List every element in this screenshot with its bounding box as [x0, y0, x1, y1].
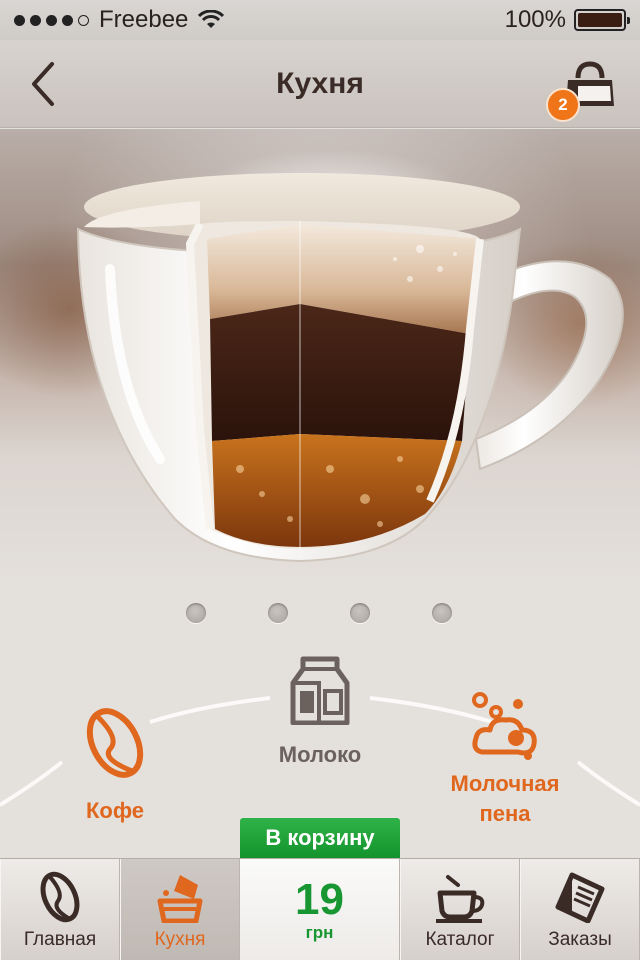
pager-dot-3[interactable] [350, 603, 370, 623]
battery-level [578, 13, 622, 27]
back-button[interactable] [18, 56, 66, 112]
pager-dot-2[interactable] [268, 603, 288, 623]
tab-orders-label: Заказы [548, 929, 612, 950]
ingredient-foam-label-line1: Молочная [450, 771, 560, 796]
coffee-cup-cutaway-image [76, 173, 624, 563]
tab-kitchen[interactable]: Кухня [120, 859, 240, 960]
price-value: 19 [295, 875, 344, 924]
ingredient-milk-foam[interactable]: Молочная пена [430, 690, 580, 827]
coffee-bean-icon [40, 871, 80, 923]
status-bar: Freebee 100% [0, 0, 640, 40]
drink-preview [0, 129, 640, 584]
milk-foam-icon [472, 692, 537, 760]
tab-catalog-label: Каталог [425, 929, 495, 950]
ingredient-milk-label: Молоко [278, 742, 362, 767]
signal-strength-icon [14, 14, 89, 26]
pager-dot-4[interactable] [432, 603, 452, 623]
battery-percent: 100% [504, 6, 566, 33]
order-list-icon [555, 872, 605, 923]
carousel-pager [0, 603, 640, 625]
price-currency: грн [305, 923, 334, 942]
tab-catalog[interactable]: Каталог [400, 859, 520, 960]
tab-kitchen-label: Кухня [154, 929, 206, 950]
tab-orders[interactable]: Заказы [520, 859, 640, 960]
price-display: 19 грн [240, 859, 400, 960]
milk-carton-icon [290, 656, 350, 726]
ingredient-milk[interactable]: Молоко [250, 655, 390, 768]
page-title: Кухня [276, 66, 364, 100]
add-to-cart-button[interactable]: В корзину [240, 818, 400, 858]
tab-home[interactable]: Главная [0, 859, 120, 960]
pager-dot-1[interactable] [186, 603, 206, 623]
cart-button[interactable]: 2 [546, 56, 618, 122]
battery-icon [574, 9, 630, 31]
tab-home-label: Главная [23, 929, 97, 950]
cart-count-badge: 2 [546, 88, 580, 122]
wifi-icon [198, 10, 225, 28]
tab-bar: Главная Кухня 19 грн Каталог Заказы [0, 858, 640, 960]
navigation-bar: Кухня 2 [0, 40, 640, 128]
chevron-left-icon [32, 62, 54, 106]
carrier-name: Freebee [99, 6, 189, 33]
ingredient-foam-label-line2: пена [479, 801, 531, 826]
kitchen-pour-icon [157, 875, 203, 923]
coffee-cup-icon [436, 875, 485, 923]
ingredient-coffee[interactable]: Кофе [60, 705, 170, 824]
coffee-bean-icon [86, 708, 144, 778]
ingredient-coffee-label: Кофе [85, 798, 145, 823]
